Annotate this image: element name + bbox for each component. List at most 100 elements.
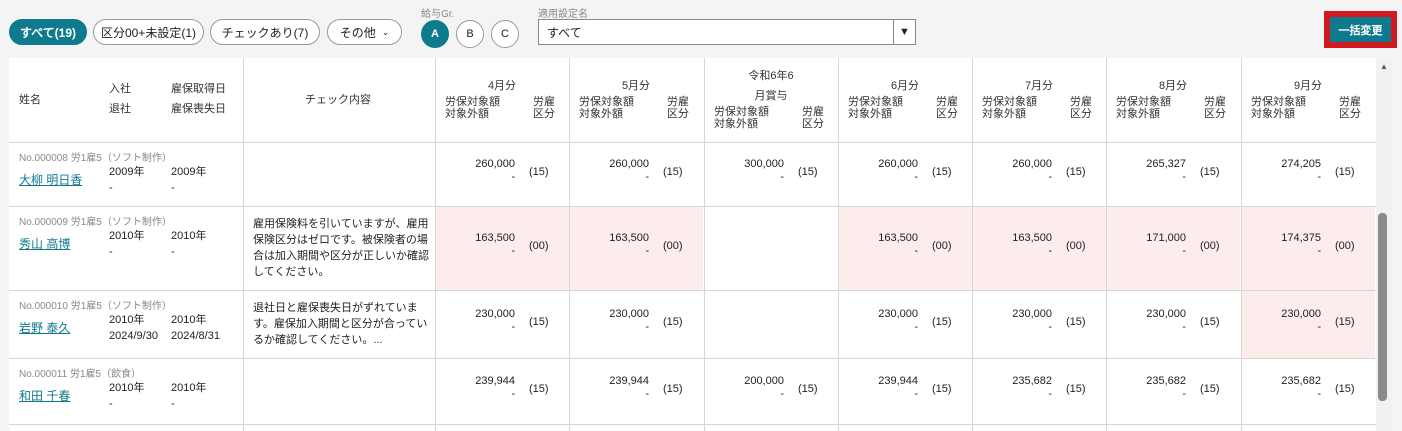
kubun-code: (15) (529, 316, 549, 328)
exempt-amount: - (1048, 321, 1052, 333)
kubun-code: (00) (1066, 240, 1086, 252)
exempt-amount: - (511, 245, 515, 257)
exempt-amount: - (780, 171, 784, 183)
exempt-amount: - (914, 245, 918, 257)
dropdown-arrow-icon[interactable]: ▼ (893, 20, 915, 44)
scroll-up-icon[interactable]: ▲ (1380, 62, 1388, 71)
kubun-code: (15) (529, 383, 549, 395)
exempt-amount: - (914, 321, 918, 333)
insured-amount: 174,375 (1281, 232, 1321, 244)
employee-meta: No.000010 労1雇5（ソフト制作） (19, 301, 172, 312)
exempt-amount: - (511, 388, 515, 400)
join-date: 2010年 (109, 230, 145, 242)
insured-amount: 239,944 (609, 375, 649, 387)
row-divider (9, 424, 1376, 425)
exempt-amount: - (1048, 388, 1052, 400)
kubun-code: (15) (932, 166, 952, 178)
filter-kubun-button[interactable]: 区分00+未設定(1) (93, 19, 204, 45)
leave-date: - (109, 246, 113, 258)
filter-other-dropdown[interactable]: その他 ⌄ (327, 19, 402, 45)
header-name: 姓名 (19, 94, 41, 106)
insured-amount: 235,682 (1012, 375, 1052, 387)
insured-amount: 235,682 (1146, 375, 1186, 387)
leave-date: - (109, 182, 113, 194)
chevron-down-icon: ⌄ (381, 26, 390, 37)
setting-select-value: すべて (547, 25, 582, 40)
employee-name-link[interactable]: 和田 千春 (19, 390, 70, 403)
exempt-amount: - (1182, 171, 1186, 183)
exempt-amount: - (645, 321, 649, 333)
header-exempt: 対象外額 (714, 118, 758, 130)
setting-select[interactable]: すべて ▼ (538, 19, 916, 45)
header-join: 入社 (109, 83, 131, 95)
header-kubun: 区分 (533, 108, 555, 120)
header-bonus-sub: 月賞与 (754, 90, 788, 102)
leave-date: - (109, 398, 113, 410)
exempt-amount: - (645, 245, 649, 257)
ins-get-date: 2010年 (171, 382, 207, 394)
insured-amount: 230,000 (475, 308, 515, 320)
employee-name-link[interactable]: 岩野 泰久 (19, 322, 70, 335)
exempt-amount: - (780, 388, 784, 400)
check-message: 雇用保険料を引いていますが、雇用保険区分はゼロです。被保険者の場合は加入期間や区… (253, 218, 429, 278)
exempt-amount: - (914, 171, 918, 183)
column-divider (1241, 58, 1242, 431)
kubun-code: (15) (663, 166, 683, 178)
insured-amount: 163,500 (878, 232, 918, 244)
employee-name-link[interactable]: 大柳 明日香 (19, 174, 82, 187)
exempt-amount: - (1317, 171, 1321, 183)
insured-amount: 235,682 (1281, 375, 1321, 387)
exempt-amount: - (1048, 245, 1052, 257)
filter-check-button[interactable]: チェックあり(7) (210, 19, 320, 45)
exempt-amount: - (511, 321, 515, 333)
employee-name-link[interactable]: 秀山 高博 (19, 238, 70, 251)
vertical-scrollbar[interactable]: ▲ (1376, 58, 1392, 431)
join-date: 2010年 (109, 314, 145, 326)
insured-amount: 230,000 (878, 308, 918, 320)
column-divider (1106, 58, 1107, 431)
insured-amount: 163,500 (475, 232, 515, 244)
setting-label: 適用設定名 (538, 9, 588, 20)
join-date: 2009年 (109, 166, 145, 178)
grade-c-button[interactable]: C (491, 20, 519, 48)
header-kubun: 区分 (936, 108, 958, 120)
bulk-change-button[interactable]: 一括変更 (1330, 17, 1391, 42)
filter-all-button[interactable]: すべて(19) (9, 19, 87, 45)
exempt-amount: - (645, 388, 649, 400)
ins-get-date: 2010年 (171, 314, 207, 326)
insured-amount: 200,000 (744, 375, 784, 387)
header-month: 5月分 (621, 80, 651, 92)
insured-amount: 171,000 (1146, 232, 1186, 244)
exempt-amount: - (645, 171, 649, 183)
column-divider (838, 58, 839, 431)
exempt-amount: - (914, 388, 918, 400)
employee-meta: No.000011 労1雇5（飲食） (19, 369, 142, 380)
header-exempt: 対象外額 (1116, 108, 1160, 120)
column-divider (435, 58, 436, 431)
column-divider (569, 58, 570, 431)
insured-amount: 163,500 (609, 232, 649, 244)
kubun-code: (15) (663, 383, 683, 395)
column-divider (972, 58, 973, 431)
header-month: 6月分 (890, 80, 920, 92)
kubun-code: (00) (1200, 240, 1220, 252)
kubun-code: (00) (529, 240, 549, 252)
ins-get-date: 2010年 (171, 230, 207, 242)
kubun-code: (15) (663, 316, 683, 328)
scrollbar-thumb[interactable] (1378, 213, 1387, 401)
exempt-amount: - (1317, 245, 1321, 257)
leave-date: 2024/9/30 (109, 330, 158, 342)
grade-b-button[interactable]: B (456, 20, 484, 48)
header-exempt: 対象外額 (982, 108, 1026, 120)
header-month: 4月分 (487, 80, 517, 92)
header-kubun: 区分 (1204, 108, 1226, 120)
header-exempt: 対象外額 (445, 108, 489, 120)
bulk-change-highlight: 一括変更 (1324, 11, 1397, 48)
insured-amount: 239,944 (878, 375, 918, 387)
toolbar: すべて(19) 区分00+未設定(1) チェックあり(7) その他 ⌄ 給与Gr… (0, 0, 1402, 58)
grade-a-button[interactable]: A (421, 20, 449, 48)
payroll-table: 姓名 入社 退社 雇保取得日 雇保喪失日 チェック内容 4月分 労保対象額 対象外額 労雇 区分 5月… (9, 58, 1376, 431)
insured-amount: 230,000 (1281, 308, 1321, 320)
kubun-code: (15) (1335, 166, 1355, 178)
header-exempt: 対象外額 (579, 108, 623, 120)
